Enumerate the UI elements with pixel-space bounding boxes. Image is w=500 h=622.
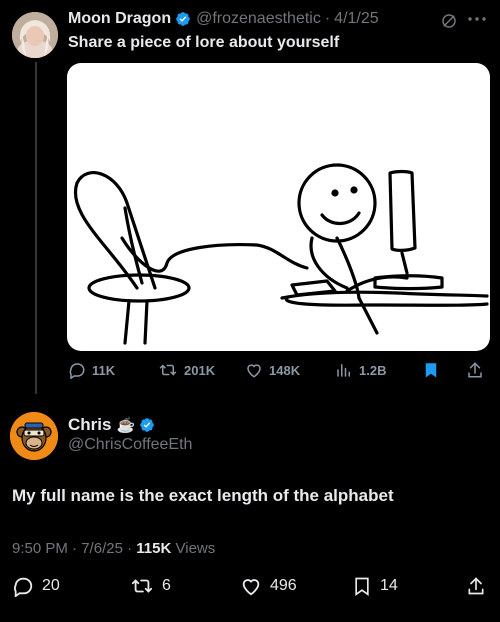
retweet-icon <box>158 361 178 379</box>
reply-button[interactable]: 11K <box>68 361 115 379</box>
views-button[interactable]: 1.2B <box>335 361 386 379</box>
tweet-media-image[interactable] <box>67 63 490 351</box>
reply-reply-button[interactable]: 20 <box>12 575 60 597</box>
grok-button[interactable] <box>440 12 458 30</box>
thread-connector-line <box>35 62 37 394</box>
reply-date[interactable]: 7/6/25 <box>81 540 123 557</box>
reply-meta: 9:50 PM · 7/6/25 · 115K Views <box>12 540 215 557</box>
bookmark-button[interactable] <box>422 360 440 380</box>
stick-figure-drawing <box>73 163 489 345</box>
bookmark-icon <box>352 575 372 597</box>
grok-icon <box>440 12 458 30</box>
reply-icon <box>12 575 34 597</box>
verified-badge-icon <box>139 417 155 433</box>
verified-badge-icon <box>175 11 191 27</box>
tweet-text: Share a piece of lore about yourself <box>68 34 340 51</box>
display-name[interactable]: Moon Dragon <box>68 10 171 28</box>
handle[interactable]: @frozenaesthetic <box>196 10 321 28</box>
views-count: 1.2B <box>359 362 387 378</box>
reply-views-count: 115K <box>136 540 172 557</box>
reply-bookmark-button[interactable]: 14 <box>352 575 398 597</box>
reply-reply-count: 20 <box>42 577 60 594</box>
tweet-date[interactable]: 4/1/25 <box>334 10 378 28</box>
like-count: 148K <box>269 362 301 378</box>
reply-text: My full name is the exact length of the … <box>12 486 394 505</box>
reply-share-button[interactable] <box>466 575 486 597</box>
share-icon <box>466 360 484 380</box>
monkey-avatar-image <box>10 412 58 460</box>
tweet-header: Moon Dragon @frozenaesthetic · 4/1/25 <box>68 10 379 28</box>
reply-name-row: Chris ☕ <box>68 415 160 435</box>
retweet-count: 201K <box>184 362 216 378</box>
views-icon <box>335 361 353 379</box>
reply-like-button[interactable]: 496 <box>240 575 297 597</box>
retweet-button[interactable]: 201K <box>158 361 215 379</box>
reply-avatar[interactable] <box>10 412 58 460</box>
separator-dot: · <box>324 10 331 27</box>
reply-like-count: 496 <box>270 577 297 594</box>
reply-views-label: Views <box>175 540 216 557</box>
more-icon <box>466 10 488 28</box>
reply-handle[interactable]: @ChrisCoffeeEth <box>68 436 192 454</box>
meta-dot: · <box>127 540 133 557</box>
more-button[interactable] <box>466 10 488 28</box>
like-icon <box>245 361 263 379</box>
reply-icon <box>68 361 86 379</box>
reply-display-name[interactable]: Chris <box>68 415 111 435</box>
like-icon <box>240 575 262 597</box>
retweet-icon <box>130 575 154 597</box>
reply-retweet-count: 6 <box>162 577 171 594</box>
avatar[interactable] <box>12 12 58 58</box>
bookmark-icon <box>422 360 440 380</box>
share-button[interactable] <box>466 360 484 380</box>
reply-retweet-button[interactable]: 6 <box>130 575 171 597</box>
like-button[interactable]: 148K <box>245 361 300 379</box>
share-icon <box>466 575 486 597</box>
avatar-image <box>12 12 58 58</box>
reply-time[interactable]: 9:50 PM <box>12 540 68 557</box>
reply-count: 11K <box>92 362 116 378</box>
meta-dot: · <box>72 540 78 557</box>
coffee-emoji-icon: ☕ <box>116 417 136 434</box>
reply-bookmark-count: 14 <box>380 577 398 594</box>
